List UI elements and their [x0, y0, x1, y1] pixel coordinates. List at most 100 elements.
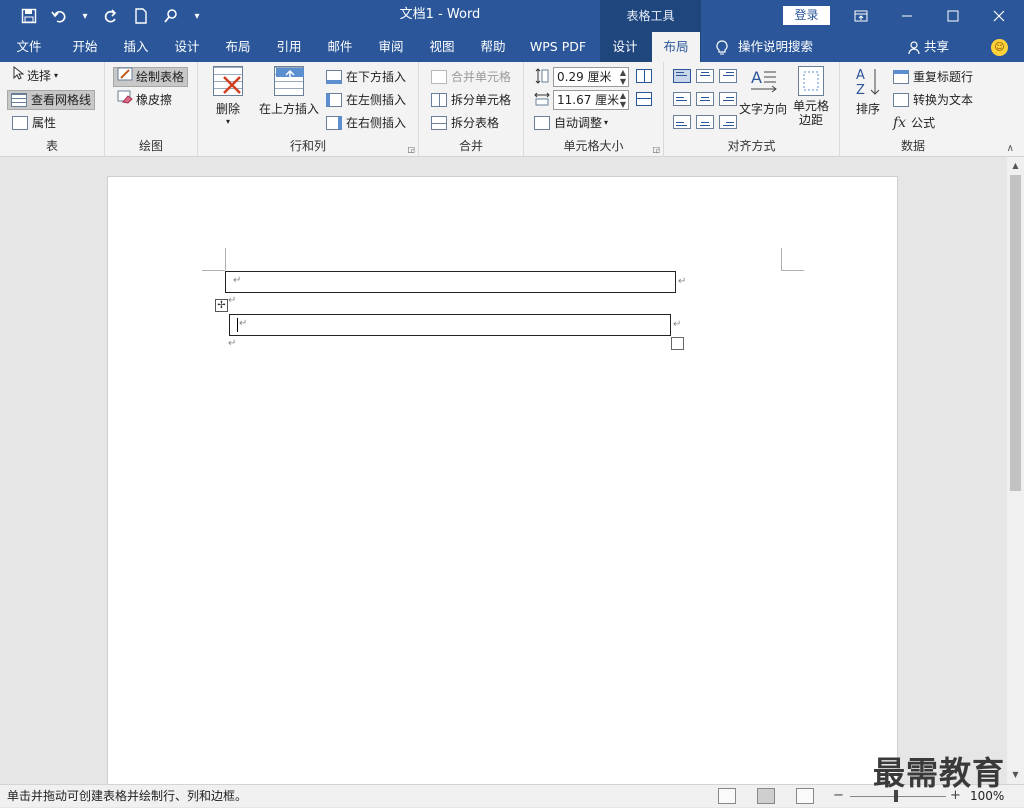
tab-file[interactable]: 文件	[5, 32, 53, 62]
distribute-columns-icon[interactable]	[636, 92, 652, 106]
insert-below-button[interactable]: 在下方插入	[326, 67, 406, 87]
collapse-ribbon-icon[interactable]: ∧	[1007, 143, 1014, 154]
column-width-input[interactable]: 11.67 厘米 ▲ ▼	[553, 90, 629, 110]
scroll-down-icon[interactable]: ▼	[1007, 768, 1024, 782]
align-bottom-left-icon[interactable]	[673, 115, 691, 129]
undo-dropdown-icon[interactable]: ▾	[74, 0, 96, 32]
table-1-cell[interactable]: ↵	[225, 271, 676, 293]
rows-columns-launcher-icon[interactable]: ◲	[407, 145, 415, 154]
touch-mode-icon[interactable]	[156, 0, 186, 32]
tab-view[interactable]: 视图	[418, 32, 466, 62]
tab-help[interactable]: 帮助	[469, 32, 517, 62]
quick-access-toolbar: ▾ ▾	[0, 0, 208, 32]
cell-margins-button[interactable]: 单元格 边距	[790, 66, 832, 127]
autofit-icon	[534, 116, 550, 130]
restore-ribbon-icon[interactable]	[838, 0, 884, 32]
insert-left-icon	[326, 93, 342, 107]
formula-button[interactable]: fx 公式	[893, 113, 935, 133]
insert-right-button[interactable]: 在右侧插入	[326, 113, 406, 133]
tab-design[interactable]: 设计	[163, 32, 211, 62]
read-mode-icon[interactable]	[718, 788, 736, 804]
split-table-button[interactable]: 拆分表格	[431, 113, 499, 133]
spin-arrows-icon[interactable]: ▲ ▼	[620, 68, 626, 86]
cell-margins-label-2: 边距	[798, 113, 823, 127]
eraser-label: 橡皮擦	[136, 93, 173, 107]
tab-table-design[interactable]: 设计	[601, 32, 649, 62]
insert-below-icon	[326, 70, 342, 84]
save-icon[interactable]	[14, 0, 44, 32]
undo-icon[interactable]	[44, 0, 74, 32]
maximize-icon[interactable]	[930, 0, 976, 32]
print-layout-icon[interactable]	[757, 788, 775, 804]
view-gridlines-button[interactable]: 查看网格线	[7, 90, 96, 110]
document-canvas[interactable]: ↵ ↵ ✢ ↵ ↵ ↵ ↵	[0, 157, 1007, 796]
sort-az-icon: AZ	[853, 66, 883, 98]
feedback-smiley-icon[interactable]: ☺	[991, 39, 1008, 56]
align-middle-center-icon[interactable]	[696, 92, 714, 106]
login-button[interactable]: 登录	[783, 6, 830, 25]
distribute-rows-icon[interactable]	[636, 69, 652, 83]
document-page[interactable]: ↵ ↵ ✢ ↵ ↵ ↵ ↵	[107, 176, 898, 796]
tab-table-layout[interactable]: 布局	[652, 32, 700, 62]
new-doc-icon[interactable]	[126, 0, 156, 32]
customize-icon[interactable]: ▾	[186, 0, 208, 32]
close-icon[interactable]	[976, 0, 1022, 32]
tell-me-search[interactable]: 操作说明搜索	[716, 32, 813, 62]
draw-table-button[interactable]: 绘制表格	[113, 67, 189, 87]
gridlines-label: 查看网格线	[31, 93, 92, 107]
properties-button[interactable]: 属性	[12, 113, 56, 133]
sort-button[interactable]: AZ 排序	[853, 66, 883, 117]
tab-insert[interactable]: 插入	[112, 32, 160, 62]
align-top-center-icon[interactable]	[696, 69, 714, 83]
text-direction-button[interactable]: A 文字方向	[738, 66, 788, 117]
share-button[interactable]: 共享	[908, 32, 949, 62]
redo-icon[interactable]	[96, 0, 126, 32]
insert-above-button[interactable]: 在上方插入	[256, 66, 322, 117]
tab-review[interactable]: 审阅	[367, 32, 415, 62]
scroll-up-icon[interactable]: ▲	[1007, 159, 1024, 173]
merge-cells-icon	[431, 70, 447, 84]
cell-size-launcher-icon[interactable]: ◲	[652, 145, 660, 154]
web-layout-icon[interactable]	[796, 788, 814, 804]
tab-references[interactable]: 引用	[265, 32, 313, 62]
split-cells-button[interactable]: 拆分单元格	[431, 90, 511, 110]
tab-home[interactable]: 开始	[60, 32, 110, 62]
minimize-icon[interactable]	[884, 0, 930, 32]
table-resize-handle-icon[interactable]	[671, 337, 684, 350]
tab-wps-pdf[interactable]: WPS PDF	[522, 32, 594, 62]
autofit-button[interactable]: 自动调整 ▾	[534, 113, 608, 133]
table-move-handle-icon[interactable]: ✢	[215, 299, 228, 312]
formula-label: 公式	[911, 116, 936, 130]
vertical-scrollbar[interactable]: ▲ ▼	[1007, 157, 1024, 784]
paragraph-mark: ↵	[233, 275, 242, 286]
tab-mailings[interactable]: 邮件	[316, 32, 364, 62]
select-label: 选择	[27, 69, 52, 83]
spin-arrows-icon[interactable]: ▲ ▼	[620, 91, 626, 109]
tab-layout[interactable]: 布局	[214, 32, 262, 62]
select-button[interactable]: 选择 ▾	[12, 65, 58, 86]
status-message: 单击并拖动可创建表格并绘制行、列和边框。	[7, 789, 248, 803]
table-2-cell[interactable]: ↵	[229, 314, 671, 336]
zoom-out-button[interactable]: −	[833, 785, 844, 808]
column-width-value: 11.67 厘米	[557, 93, 620, 107]
zoom-slider-track[interactable]	[850, 796, 946, 797]
insert-left-button[interactable]: 在左侧插入	[326, 90, 406, 110]
eraser-button[interactable]: 橡皮擦	[117, 90, 172, 110]
repeat-header-rows-button[interactable]: 重复标题行	[893, 67, 973, 87]
row-height-value: 0.29 厘米	[557, 70, 612, 84]
delete-button[interactable]: 删除 ▾	[210, 66, 246, 126]
align-middle-left-icon[interactable]	[673, 92, 691, 106]
fx-icon: fx	[893, 115, 907, 131]
align-top-left-icon[interactable]	[673, 69, 691, 83]
convert-to-text-button[interactable]: 转换为文本	[893, 90, 973, 110]
row-height-input[interactable]: 0.29 厘米 ▲ ▼	[553, 67, 629, 87]
scrollbar-thumb[interactable]	[1010, 175, 1021, 491]
group-table: 选择 ▾ 查看网格线 属性 表	[0, 62, 105, 157]
align-bottom-right-icon[interactable]	[719, 115, 737, 129]
align-bottom-center-icon[interactable]	[696, 115, 714, 129]
row-height-icon	[534, 67, 550, 87]
align-top-right-icon[interactable]	[719, 69, 737, 83]
cell-margins-icon	[798, 66, 824, 96]
merge-cells-button[interactable]: 合并单元格	[431, 67, 511, 87]
align-middle-right-icon[interactable]	[719, 92, 737, 106]
